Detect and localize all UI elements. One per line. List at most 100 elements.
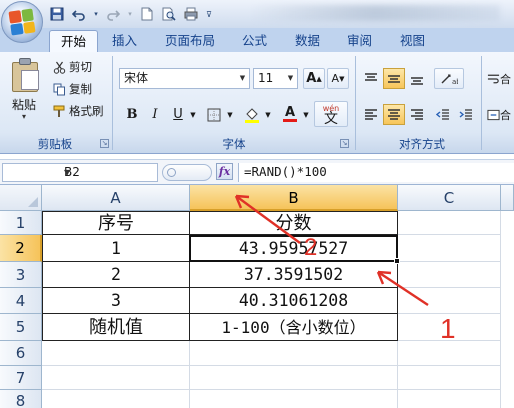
cell-b4[interactable]: 40.31061208 — [190, 288, 398, 314]
italic-button[interactable]: I — [145, 104, 165, 125]
tab-insert[interactable]: 插入 — [101, 30, 148, 52]
cell-a3[interactable]: 2 — [42, 262, 190, 288]
align-right-icon[interactable] — [406, 104, 428, 125]
align-bottom-icon[interactable] — [406, 68, 428, 89]
cell-a7[interactable] — [42, 366, 190, 390]
font-launcher-icon[interactable]: ↘ — [340, 139, 349, 148]
new-doc-icon[interactable] — [138, 5, 156, 23]
name-box[interactable]: B2 ▼ — [2, 163, 158, 182]
font-name-combo[interactable]: 宋体 ▼ — [119, 68, 250, 89]
formula-bar: B2 ▼ fx =RAND()*100 — [0, 159, 514, 185]
paste-button[interactable]: 粘贴 — [12, 96, 36, 113]
select-all-button[interactable] — [0, 185, 42, 211]
align-left-icon[interactable] — [360, 104, 382, 125]
tab-data[interactable]: 数据 — [284, 30, 331, 52]
row-header-6[interactable]: 6 — [0, 341, 42, 366]
row-header-1[interactable]: 1 — [0, 211, 42, 235]
tab-review[interactable]: 审阅 — [336, 30, 383, 52]
tab-page-layout[interactable]: 页面布局 — [154, 30, 226, 52]
cell-b8[interactable] — [190, 390, 398, 408]
redo-dropdown-icon[interactable]: ▾ — [126, 5, 134, 23]
cell-c8[interactable] — [398, 390, 501, 408]
quick-print-icon[interactable] — [182, 5, 200, 23]
tab-view[interactable]: 视图 — [389, 30, 436, 52]
cell-a4[interactable]: 3 — [42, 288, 190, 314]
cell-c6[interactable] — [398, 341, 501, 366]
font-color-dropdown-icon[interactable]: ▼ — [301, 104, 311, 125]
column-header-b[interactable]: B — [190, 185, 398, 211]
wrap-text-icon[interactable]: 合 — [486, 68, 512, 89]
fill-color-icon[interactable] — [241, 104, 263, 125]
tab-home[interactable]: 开始 — [49, 30, 99, 52]
underline-button[interactable]: U — [168, 104, 188, 125]
chevron-down-icon[interactable]: ▼ — [285, 70, 296, 87]
phonetic-guide-button[interactable]: wén 文 — [314, 101, 348, 127]
increase-indent-icon[interactable] — [455, 104, 477, 125]
undo-dropdown-icon[interactable]: ▾ — [92, 5, 100, 23]
row-header-7[interactable]: 7 — [0, 366, 42, 390]
chevron-down-icon[interactable]: ▼ — [64, 164, 155, 181]
underline-dropdown-icon[interactable]: ▼ — [188, 104, 198, 125]
row-header-4[interactable]: 4 — [0, 288, 42, 314]
row-header-8[interactable]: 8 — [0, 390, 42, 408]
fill-color-dropdown-icon[interactable]: ▼ — [263, 104, 273, 125]
cell-c2[interactable] — [398, 235, 501, 262]
cell-c1[interactable] — [398, 211, 501, 235]
column-header-c[interactable]: C — [398, 185, 501, 211]
border-icon[interactable] — [203, 104, 225, 125]
paste-icon[interactable] — [12, 58, 42, 92]
merge-center-icon[interactable]: 合 — [486, 104, 512, 125]
undo-icon[interactable] — [70, 5, 88, 23]
formula-bar-resize-handle[interactable] — [162, 164, 212, 181]
cell-c3[interactable] — [398, 262, 501, 288]
cell-a8[interactable] — [42, 390, 190, 408]
row-header-5[interactable]: 5 — [0, 314, 42, 341]
copy-button[interactable]: 复制 — [52, 80, 92, 98]
column-header-d[interactable] — [501, 185, 514, 211]
cell-c5[interactable] — [398, 314, 501, 341]
border-dropdown-icon[interactable]: ▼ — [225, 104, 235, 125]
save-icon[interactable] — [48, 5, 66, 23]
align-top-icon[interactable] — [360, 68, 382, 89]
font-size-combo[interactable]: 11 ▼ — [253, 68, 298, 89]
cell-b2[interactable]: 43.95957527 — [190, 235, 398, 262]
format-painter-button[interactable]: 格式刷 — [52, 102, 104, 120]
office-button[interactable] — [1, 1, 43, 43]
qat-customize-icon[interactable]: ⊽ — [204, 5, 214, 23]
cell-c7[interactable] — [398, 366, 501, 390]
column-header-a[interactable]: A — [42, 185, 190, 211]
orientation-icon[interactable]: ab — [434, 68, 464, 89]
cell-a2[interactable]: 1 — [42, 235, 190, 262]
bold-button[interactable]: B — [122, 104, 142, 125]
paste-dropdown-icon[interactable]: ▾ — [22, 112, 26, 121]
decrease-indent-icon[interactable] — [432, 104, 454, 125]
print-preview-icon[interactable] — [160, 5, 178, 23]
cell-b6[interactable] — [190, 341, 398, 366]
clipboard-launcher-icon[interactable]: ↘ — [100, 139, 109, 148]
cell-a6[interactable] — [42, 341, 190, 366]
cell-b5[interactable]: 1-100（含小数位） — [190, 314, 398, 341]
cell-b1[interactable]: 分数 — [190, 211, 398, 235]
spreadsheet-grid: A B C 1 2 3 4 5 6 7 8 序号 分数 1 43.9595752… — [0, 185, 514, 408]
shrink-font-icon[interactable]: A ▼ — [327, 68, 349, 89]
alignment-group-label: 对齐方式 — [399, 137, 445, 151]
cut-button[interactable]: 剪切 — [52, 58, 92, 76]
redo-icon[interactable] — [104, 5, 122, 23]
tab-formulas[interactable]: 公式 — [231, 30, 278, 52]
align-center-icon[interactable] — [383, 104, 405, 125]
fx-icon[interactable]: fx — [216, 163, 233, 180]
cell-a5[interactable]: 随机值 — [42, 314, 190, 341]
font-color-icon[interactable]: A — [279, 104, 301, 125]
grow-font-icon[interactable]: A ▲ — [303, 68, 325, 89]
quick-access-toolbar: ▾ ▾ ⊽ — [48, 4, 214, 24]
cell-b3[interactable]: 37.3591502 — [190, 262, 398, 288]
cell-b7[interactable] — [190, 366, 398, 390]
cell-a1[interactable]: 序号 — [42, 211, 190, 235]
formula-input[interactable]: =RAND()*100 — [238, 163, 514, 182]
cell-c4[interactable] — [398, 288, 501, 314]
fill-handle[interactable] — [394, 258, 400, 264]
row-header-2[interactable]: 2 — [0, 235, 42, 262]
row-header-3[interactable]: 3 — [0, 262, 42, 288]
chevron-down-icon[interactable]: ▼ — [237, 70, 248, 87]
align-middle-icon[interactable] — [383, 68, 405, 89]
